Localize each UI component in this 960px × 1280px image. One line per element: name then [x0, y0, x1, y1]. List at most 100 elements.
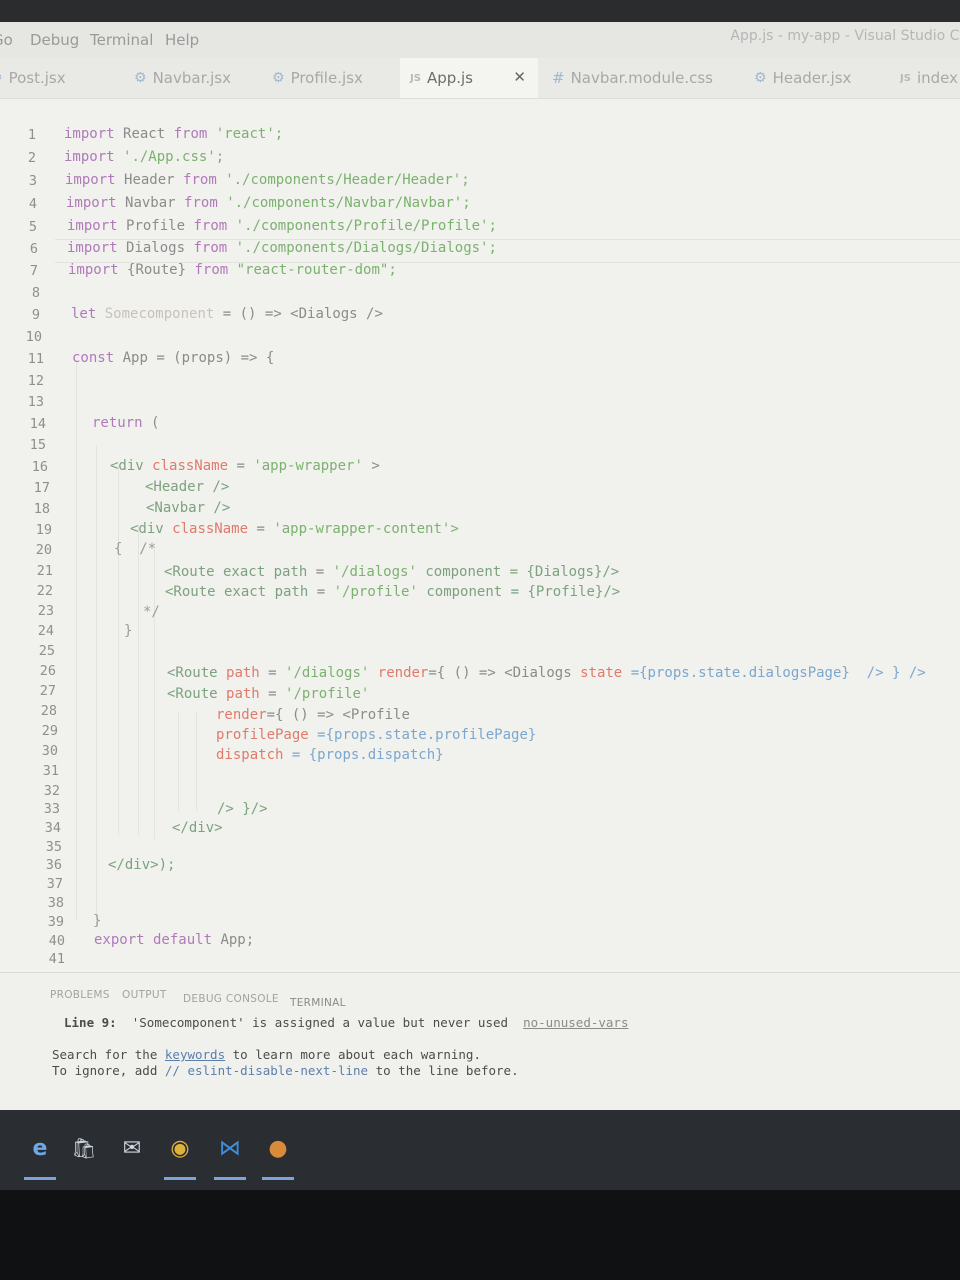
monitor-bezel — [0, 0, 960, 24]
code-line-29: profilePage ={props.state.profilePage} — [216, 727, 537, 743]
line-number: 28 — [40, 703, 57, 719]
code-editor[interactable]: 1 2 3 4 5 6 7 8 9 10 11 12 13 14 15 16 1… — [0, 99, 960, 969]
close-icon[interactable]: ✕ — [513, 68, 526, 86]
tab-post-jsx[interactable]: ⚙ Post.jsx — [0, 58, 120, 98]
code-line-16: <div className = 'app-wrapper' > — [110, 458, 380, 474]
line-number: 30 — [41, 743, 58, 759]
store-icon[interactable]: 🛍 — [64, 1128, 104, 1168]
line-number: 22 — [36, 583, 53, 599]
editor-tabs: ⚙ Post.jsx ⚙ Navbar.jsx ⚙ Profile.jsx JS… — [0, 58, 960, 99]
eslint-warning: Line 9: 'Somecomponent' is assigned a va… — [64, 1015, 628, 1030]
tab-label: Navbar.jsx — [152, 69, 231, 87]
menu-help[interactable]: Help — [165, 31, 199, 49]
indent-guide — [118, 465, 119, 835]
line-number: 1 — [27, 127, 36, 143]
tab-navbar-module-css[interactable]: # Navbar.module.css — [552, 58, 742, 98]
line-number: 5 — [28, 219, 37, 235]
line-number: 12 — [27, 373, 44, 389]
indent-guide — [154, 549, 155, 839]
line-number: 37 — [46, 876, 63, 892]
line-number: 27 — [39, 683, 56, 699]
tab-header-jsx[interactable]: ⚙ Header.jsx — [754, 58, 884, 98]
menu-bar: Go Debug Terminal Help App.js - my-app -… — [0, 22, 960, 58]
keywords-link[interactable]: keywords — [165, 1047, 225, 1062]
vscode-window: Go Debug Terminal Help App.js - my-app -… — [0, 22, 960, 1110]
code-line-17: <Header /> — [145, 479, 230, 495]
tab-label: Post.jsx — [8, 69, 66, 87]
desk-background — [0, 1190, 960, 1280]
react-icon: ⚙ — [0, 70, 3, 86]
code-line-3: import Header from './components/Header/… — [65, 172, 470, 188]
code-line-26: <Route path = '/dialogs' render={ () => … — [167, 665, 926, 681]
line-number: 16 — [31, 459, 48, 475]
line-number: 35 — [45, 839, 62, 855]
tab-label: Profile.jsx — [290, 69, 363, 87]
code-line-36: </div>); — [108, 857, 176, 873]
code-line-40: export default App; — [94, 932, 255, 948]
react-icon: ⚙ — [272, 70, 285, 86]
tab-app-js[interactable]: JS App.js ✕ — [400, 58, 538, 98]
chrome-icon[interactable]: ◉ — [160, 1128, 200, 1180]
tab-index[interactable]: JS index — [900, 58, 960, 98]
line-number: 20 — [35, 542, 52, 558]
code-line-28: render={ () => <Profile — [216, 707, 410, 723]
indent-guide — [196, 711, 197, 811]
menu-terminal[interactable]: Terminal — [90, 31, 153, 49]
edge-icon[interactable]: e — [20, 1128, 60, 1180]
line-number: 34 — [44, 820, 61, 836]
code-line-14: return ( — [92, 415, 160, 431]
js-icon: JS — [900, 72, 911, 84]
bottom-panel: PROBLEMS OUTPUT DEBUG CONSOLE TERMINAL L… — [0, 972, 960, 1110]
line-number: 36 — [45, 857, 62, 873]
line-number: 29 — [41, 723, 58, 739]
code-line-20: { /* — [114, 541, 157, 557]
line-number: 14 — [29, 416, 46, 432]
menu-go[interactable]: Go — [0, 31, 13, 49]
warning-text: 'Somecomponent' is assigned a value but … — [131, 1015, 509, 1030]
code-line-27: <Route path = '/profile' — [167, 686, 370, 702]
rule-link[interactable]: no-unused-vars — [523, 1015, 628, 1030]
line-number: 26 — [39, 663, 56, 679]
code-line-7: import {Route} from "react-router-dom"; — [68, 262, 397, 278]
vscode-icon[interactable]: ⋈ — [210, 1128, 250, 1180]
mail-icon[interactable]: ✉ — [112, 1128, 152, 1168]
react-icon: ⚙ — [754, 70, 767, 86]
browser-icon[interactable]: ● — [258, 1128, 298, 1180]
code-line-23: */ — [143, 604, 160, 620]
search-hint: Search for the keywords to learn more ab… — [52, 1047, 481, 1062]
tab-label: Navbar.module.css — [570, 69, 713, 87]
tab-problems[interactable]: PROBLEMS — [50, 989, 110, 1001]
tab-debug-console[interactable]: DEBUG CONSOLE — [183, 993, 279, 1005]
windows-taskbar: e 🛍 ✉ ◉ ⋈ ● — [0, 1110, 960, 1190]
code-line-9: let Somecomponent = () => <Dialogs /> — [71, 306, 383, 322]
line-number: 21 — [36, 563, 53, 579]
code-line-22: <Route exact path = '/profile' component… — [165, 584, 621, 600]
line-number: 6 — [29, 241, 38, 257]
tab-label: Header.jsx — [772, 69, 852, 87]
tab-terminal[interactable]: TERMINAL — [290, 997, 346, 1009]
code-line-1: import React from 'react'; — [64, 126, 284, 142]
tab-profile-jsx[interactable]: ⚙ Profile.jsx — [272, 58, 400, 98]
indent-guide — [96, 445, 97, 925]
code-line-24: } — [124, 623, 133, 639]
tab-label: App.js — [426, 69, 473, 87]
line-number: 38 — [47, 895, 64, 911]
line-number: 13 — [27, 394, 44, 410]
tab-navbar-jsx[interactable]: ⚙ Navbar.jsx — [134, 58, 262, 98]
line-number: 17 — [33, 480, 50, 496]
ignore-hint: To ignore, add // eslint-disable-next-li… — [52, 1063, 519, 1078]
code-line-5: import Profile from './components/Profil… — [67, 218, 497, 234]
css-icon: # — [552, 69, 565, 87]
line-number: 31 — [42, 763, 59, 779]
line-number: 18 — [33, 501, 50, 517]
indent-guide — [178, 711, 179, 811]
tab-output[interactable]: OUTPUT — [122, 989, 167, 1001]
line-number: 10 — [25, 329, 42, 345]
tab-label: index — [916, 69, 958, 87]
line-number: 25 — [38, 643, 55, 659]
line-number: 41 — [48, 951, 65, 967]
menu-debug[interactable]: Debug — [30, 31, 79, 49]
code-line-33: /> }/> — [217, 801, 268, 817]
react-icon: ⚙ — [134, 70, 147, 86]
line-number: 33 — [43, 801, 60, 817]
